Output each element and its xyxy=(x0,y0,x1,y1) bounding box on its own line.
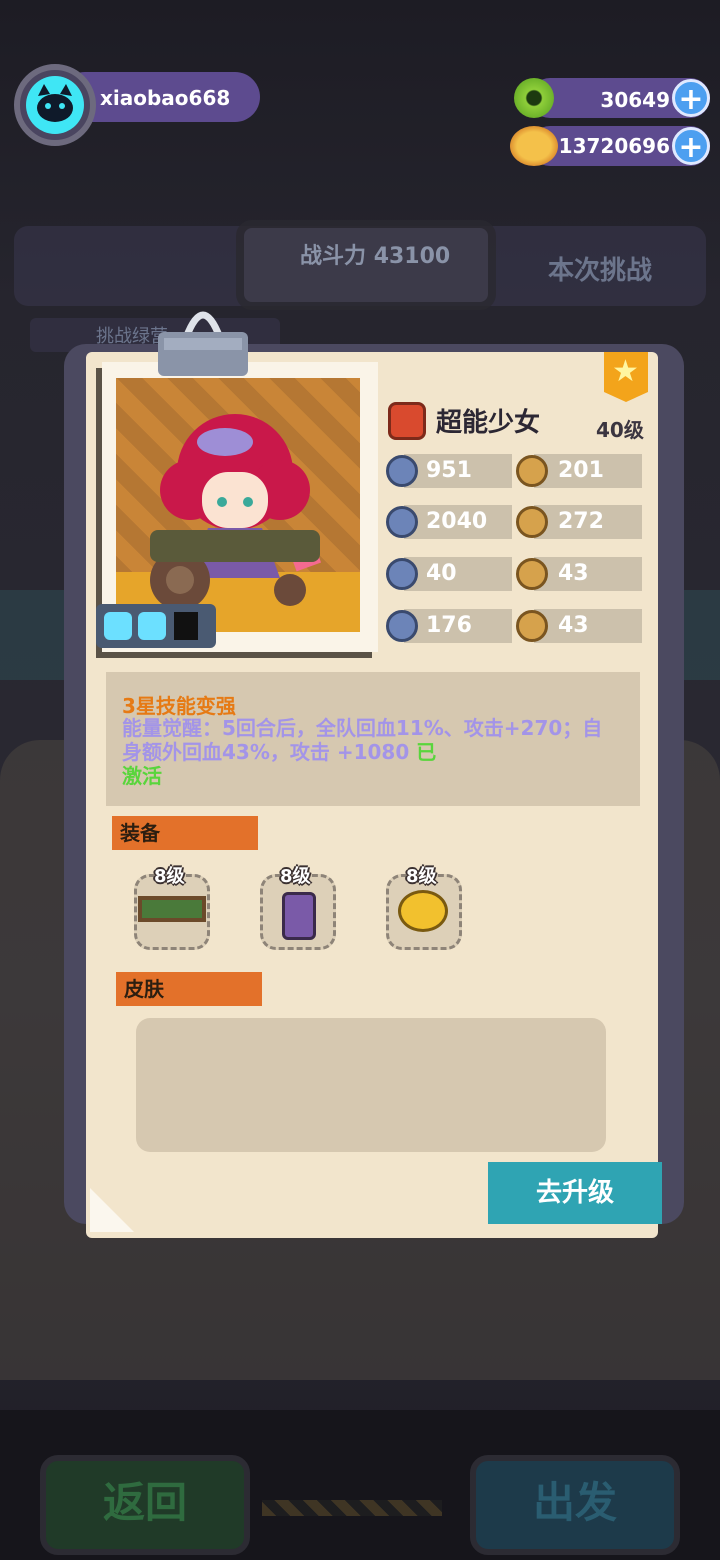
power-label: 战斗力 43100 xyxy=(300,244,451,269)
back-button[interactable]: 返回 xyxy=(40,1455,250,1555)
hazard-stripe xyxy=(262,1500,442,1516)
avatar[interactable] xyxy=(26,76,84,134)
cat-face-icon xyxy=(37,84,73,122)
username: xiaobao668 xyxy=(100,86,231,110)
skin-list xyxy=(136,1018,606,1152)
gem-count: 30649 xyxy=(600,88,670,112)
green-board-icon xyxy=(138,896,206,922)
add-gems-button[interactable]: + xyxy=(672,79,710,117)
stat-value: 951 xyxy=(426,458,472,483)
muscle-icon xyxy=(516,558,548,590)
stat-value: 201 xyxy=(558,458,604,483)
energy-icon xyxy=(138,612,166,640)
challenge-label: 本次挑战 xyxy=(548,256,653,286)
gold-ring-icon xyxy=(398,890,448,932)
stat-value: 176 xyxy=(426,613,472,638)
stat-value: 43 xyxy=(558,613,589,638)
skill-status: 已 xyxy=(416,740,437,764)
energy-icon xyxy=(104,612,132,640)
coin-face-icon xyxy=(516,506,548,538)
skin-label: 皮肤 xyxy=(116,972,262,1006)
go-button[interactable]: 出发 xyxy=(470,1455,680,1555)
shield-defense-icon xyxy=(386,558,418,590)
skill-status: 激活 xyxy=(122,764,162,788)
trident-icon xyxy=(386,610,418,642)
heart-shield-icon xyxy=(386,455,418,487)
hero-level: 40级 xyxy=(596,418,644,442)
stat-value: 2040 xyxy=(426,509,488,534)
boot-speed-icon xyxy=(516,455,548,487)
hero-class-icon xyxy=(388,402,426,440)
star-icon: ★ xyxy=(612,354,639,389)
hero-portrait xyxy=(150,414,322,610)
coin-count: 13720696 xyxy=(558,134,670,158)
hero-name: 超能少女 xyxy=(436,408,541,438)
potion-bottle-icon xyxy=(282,892,316,940)
stat-value: 40 xyxy=(426,561,457,586)
empty-slot-icon xyxy=(174,612,198,640)
binder-clip-icon xyxy=(158,311,248,376)
stat-value: 43 xyxy=(558,561,589,586)
add-coins-button[interactable]: + xyxy=(672,127,710,165)
skill-description: 能量觉醒：5回合后，全队回血11%、攻击+270；自身额外回血43%，攻击 +1… xyxy=(122,716,603,788)
brain-icon xyxy=(516,610,548,642)
stat-value: 272 xyxy=(558,509,604,534)
skill-title: 3星技能变强 xyxy=(122,694,236,718)
sword-attack-icon xyxy=(386,506,418,538)
equipment-label: 装备 xyxy=(112,816,258,850)
stat-row xyxy=(404,557,512,591)
equipment-level: 8级 xyxy=(280,866,311,887)
equipment-level: 8级 xyxy=(406,866,437,887)
equipment-level: 8级 xyxy=(154,866,185,887)
upgrade-button[interactable]: 去升级 xyxy=(488,1162,662,1224)
